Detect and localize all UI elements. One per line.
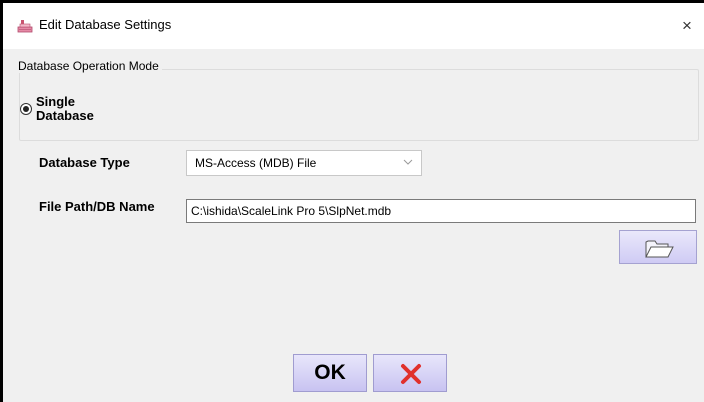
title-bar: Edit Database Settings × [3,3,704,49]
single-database-label: Single Database [36,94,94,123]
app-database-icon [17,18,33,34]
single-database-radio[interactable] [20,103,32,115]
database-type-select[interactable]: MS-Access (MDB) File [186,150,422,176]
dialog-body: Database Operation Mode Single Database … [3,49,704,402]
red-x-icon [401,364,421,384]
database-type-label: Database Type [39,155,130,170]
ok-button[interactable]: OK [293,354,367,392]
file-path-label: File Path/DB Name [39,199,155,214]
edit-database-settings-dialog: Edit Database Settings × Database Operat… [0,0,704,402]
database-type-value: MS-Access (MDB) File [195,156,317,170]
group-legend: Database Operation Mode [15,59,162,73]
window-title: Edit Database Settings [39,17,172,32]
file-path-input[interactable]: C:\ishida\ScaleLink Pro 5\SlpNet.mdb [186,199,696,223]
cancel-button[interactable] [373,354,447,392]
browse-folder-button[interactable] [619,230,697,264]
close-icon[interactable]: × [682,13,704,39]
chevron-down-icon [403,159,413,165]
folder-icon [645,240,674,258]
